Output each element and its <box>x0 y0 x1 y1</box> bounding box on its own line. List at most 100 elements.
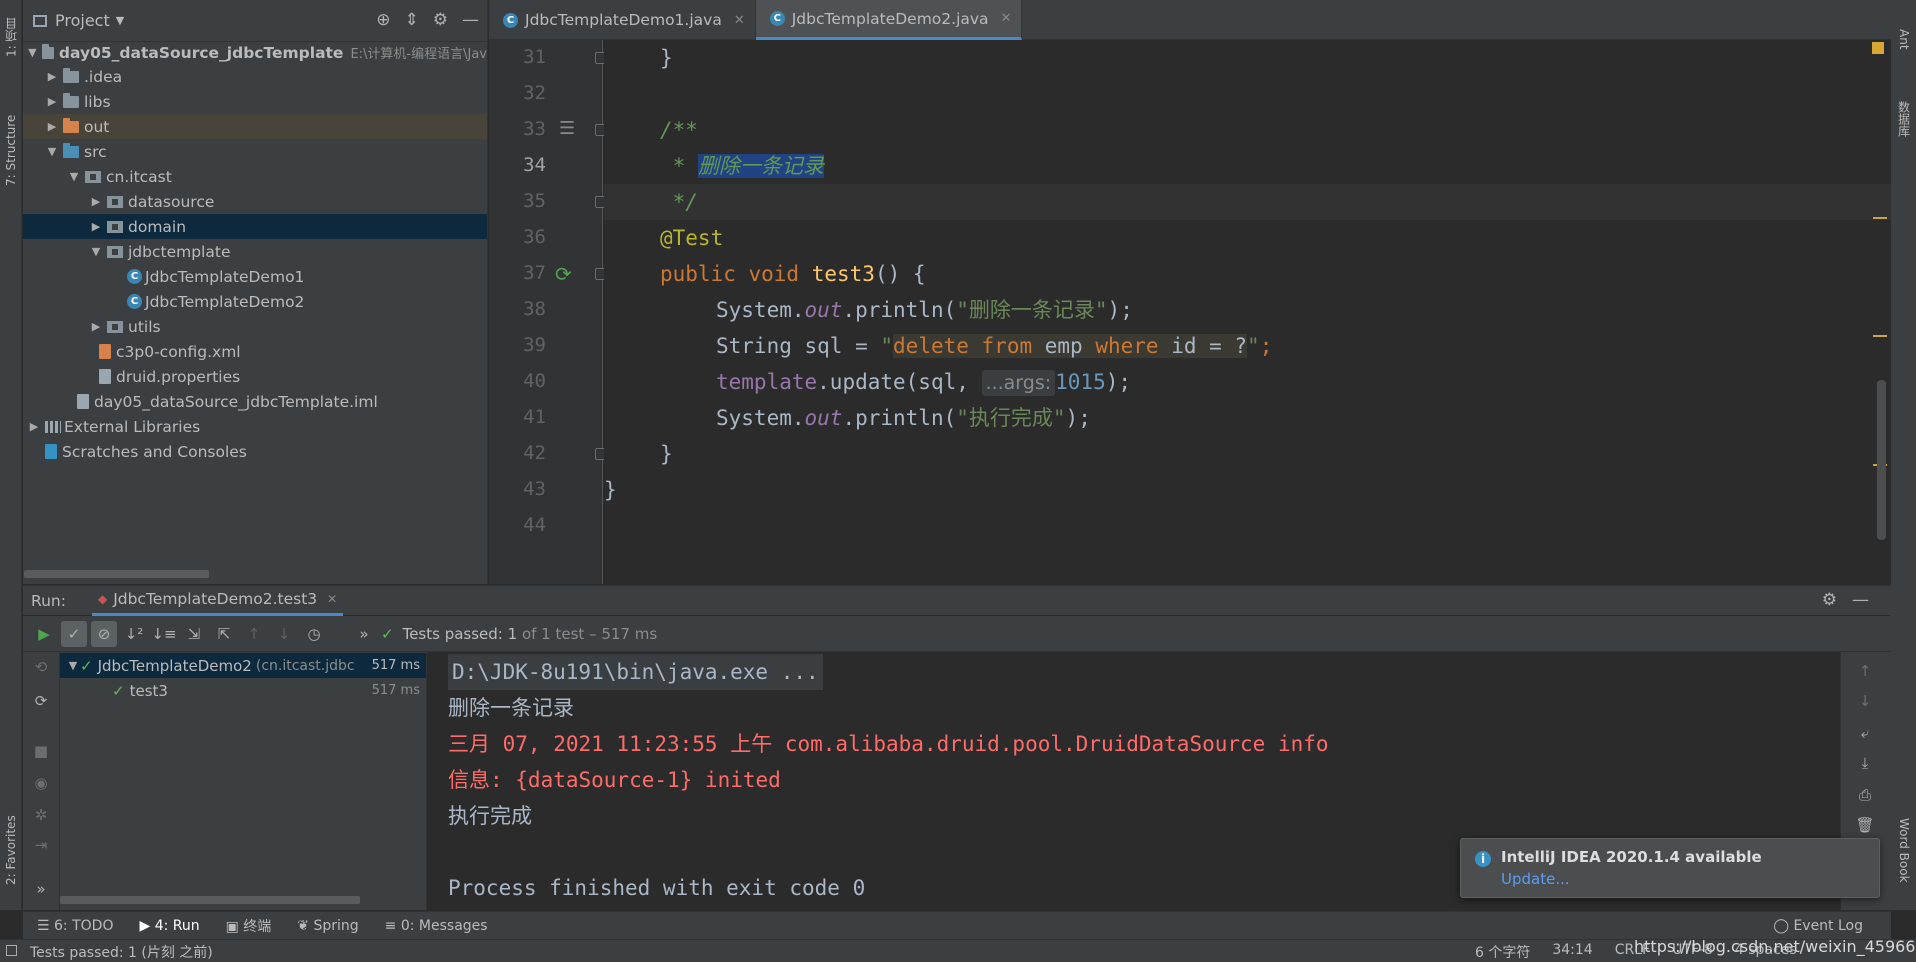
collapse-all-icon[interactable]: ⇱ <box>211 621 237 647</box>
history-icon[interactable]: ◷ <box>301 621 327 647</box>
doc-render-icon[interactable]: ☰ <box>559 118 575 139</box>
code-editor[interactable]: } /** * 删除一条记录 */ @Test public void test… <box>604 40 1891 584</box>
status-message[interactable]: Tests passed: 1 (片刻 之前) <box>30 942 213 962</box>
more-icon[interactable]: » <box>31 880 51 900</box>
collapse-all-icon[interactable]: ⇕ <box>405 10 419 30</box>
package-icon <box>107 195 123 208</box>
minimize-icon[interactable]: — <box>462 10 479 30</box>
close-icon[interactable]: ✕ <box>327 592 337 606</box>
collapsed-arrow-icon[interactable]: ▶ <box>89 320 103 333</box>
tab-spring[interactable]: ❦ Spring <box>297 918 358 934</box>
marker-stripe[interactable] <box>1873 217 1887 219</box>
show-ignored-icon[interactable]: ⊘ <box>91 620 117 647</box>
collapsed-arrow-icon[interactable]: ▶ <box>27 420 41 433</box>
tree-item-out[interactable]: ▶ out <box>23 114 487 139</box>
gear-icon[interactable]: ⚙ <box>433 10 448 30</box>
rerun-icon[interactable]: ▶ <box>31 621 57 647</box>
run-test-icon[interactable]: ⟳ <box>555 262 572 286</box>
test-tree-scrollbar[interactable] <box>60 896 360 904</box>
chevron-down-icon[interactable]: ▼ <box>116 14 124 27</box>
ant-tool-tab[interactable]: Ant <box>1895 14 1913 64</box>
collapsed-arrow-icon[interactable]: ▶ <box>89 220 103 233</box>
tree-item-datasource[interactable]: ▶ datasource <box>23 189 487 214</box>
tree-item-c3p0-config[interactable]: c3p0-config.xml <box>23 339 487 364</box>
tree-item-external-libraries[interactable]: ▶ External Libraries <box>23 414 487 439</box>
scroll-to-end-icon[interactable]: ⤓ <box>1855 754 1875 774</box>
soft-wrap-icon[interactable]: ⤶ <box>1855 724 1875 744</box>
project-horizontal-scrollbar[interactable] <box>24 570 209 578</box>
expand-arrow-icon[interactable]: ▼ <box>45 145 59 158</box>
wordbook-tool-tab[interactable]: Word Book <box>1895 802 1913 898</box>
scroll-up-icon[interactable]: ↑ <box>1855 662 1875 682</box>
prev-failed-icon[interactable]: ↑ <box>241 621 267 647</box>
trash-icon[interactable]: 🗑 <box>1855 816 1875 836</box>
gear-icon[interactable]: ⚙ <box>1822 590 1837 610</box>
tab-terminal[interactable]: ▣ 终端 <box>226 916 272 936</box>
tree-item-cn-itcast[interactable]: ▼ cn.itcast <box>23 164 487 189</box>
caret-position[interactable]: 34:14 <box>1552 942 1592 962</box>
java-class-icon: C <box>127 294 142 309</box>
rerun-failed-icon[interactable]: ⟲ <box>31 658 51 678</box>
editor-tab-demo2[interactable]: C JdbcTemplateDemo2.java ✕ <box>755 0 1023 40</box>
tree-item-idea[interactable]: ▶ .idea <box>23 64 487 89</box>
expand-arrow-icon[interactable]: ▼ <box>27 46 38 59</box>
tab-messages[interactable]: ≡ 0: Messages <box>385 918 488 934</box>
tree-item-domain[interactable]: ▶ domain <box>23 214 487 239</box>
locate-icon[interactable]: ⊕ <box>376 10 390 30</box>
test-case-row[interactable]: ✓ test3 517 ms <box>60 678 426 703</box>
stop-icon[interactable]: ■ <box>31 742 51 762</box>
tab-run[interactable]: ▶ 4: Run <box>139 918 199 934</box>
tree-item-utils[interactable]: ▶ utils <box>23 314 487 339</box>
project-view-selector[interactable]: Project <box>55 11 110 30</box>
favorites-tool-tab[interactable]: 2: Favorites <box>2 800 20 900</box>
expand-all-icon[interactable]: ⇲ <box>181 621 207 647</box>
close-icon[interactable]: ✕ <box>734 13 745 28</box>
tree-item-demo1[interactable]: C JdbcTemplateDemo1 <box>23 264 487 289</box>
database-tool-tab[interactable]: 数据库 <box>1895 84 1913 154</box>
close-icon[interactable]: ✕ <box>1001 11 1012 26</box>
tree-item-src[interactable]: ▼ src <box>23 139 487 164</box>
scroll-down-icon[interactable]: ↓ <box>1855 692 1875 712</box>
show-passed-icon[interactable]: ✓ <box>61 620 87 647</box>
exit-icon[interactable]: ⇥ <box>31 836 51 856</box>
run-tab[interactable]: ◆ JdbcTemplateDemo2.test3 ✕ <box>91 586 344 616</box>
minimize-icon[interactable]: — <box>1852 590 1869 610</box>
tree-item-libs[interactable]: ▶ libs <box>23 89 487 114</box>
expand-arrow-icon[interactable]: ▼ <box>67 170 81 183</box>
sort-duration-icon[interactable]: ↓≡ <box>151 621 177 647</box>
tree-item-iml[interactable]: day05_dataSource_jdbcTemplate.iml <box>23 389 487 414</box>
camera-icon[interactable]: ◉ <box>31 774 51 794</box>
more-icon[interactable]: » <box>351 621 377 647</box>
collapsed-arrow-icon[interactable]: ▶ <box>45 70 59 83</box>
warning-indicator-icon[interactable] <box>1872 42 1884 54</box>
tree-item-project-root[interactable]: ▼ day05_dataSource_jdbcTemplate E:\计算机-编… <box>23 40 487 65</box>
tree-item-jdbctemplate[interactable]: ▼ jdbctemplate <box>23 239 487 264</box>
tab-todo[interactable]: ☰ 6: TODO <box>37 918 113 934</box>
tree-item-druid-properties[interactable]: druid.properties <box>23 364 487 389</box>
test-suite-row[interactable]: ▼ ✓ JdbcTemplateDemo2 (cn.itcast.jdbc 51… <box>60 653 426 678</box>
editor-tab-demo1[interactable]: C JdbcTemplateDemo1.java ✕ <box>489 0 756 40</box>
collapsed-arrow-icon[interactable]: ▶ <box>45 120 59 133</box>
status-square-icon[interactable] <box>6 945 17 956</box>
expand-arrow-icon[interactable]: ▼ <box>66 659 80 672</box>
test-duration: 517 ms <box>371 658 420 673</box>
structure-tool-tab[interactable]: 7: Structure <box>2 100 20 200</box>
editor-vertical-scrollbar[interactable] <box>1877 380 1886 540</box>
marker-stripe[interactable] <box>1873 335 1887 337</box>
project-tool-tab[interactable]: 1: 项目 <box>2 6 20 68</box>
print-icon[interactable]: ⎙ <box>1855 786 1875 806</box>
expand-arrow-icon[interactable]: ▼ <box>89 245 103 258</box>
collapsed-arrow-icon[interactable]: ▶ <box>89 195 103 208</box>
console-line: Process finished with exit code 0 <box>448 876 866 900</box>
next-failed-icon[interactable]: ↓ <box>271 621 297 647</box>
tree-item-demo2[interactable]: C JdbcTemplateDemo2 <box>23 289 487 314</box>
update-link[interactable]: Update... <box>1501 870 1570 888</box>
update-notification[interactable]: i IntelliJ IDEA 2020.1.4 available Updat… <box>1460 838 1880 898</box>
library-icon <box>45 420 61 433</box>
event-log-button[interactable]: ◯ Event Log <box>1773 918 1863 934</box>
tree-item-scratches[interactable]: Scratches and Consoles <box>23 439 487 464</box>
settings-icon[interactable]: ✲ <box>31 806 51 826</box>
collapsed-arrow-icon[interactable]: ▶ <box>45 95 59 108</box>
sort-alpha-icon[interactable]: ↓² <box>121 621 147 647</box>
toggle-autotest-icon[interactable]: ⟳ <box>31 692 51 712</box>
